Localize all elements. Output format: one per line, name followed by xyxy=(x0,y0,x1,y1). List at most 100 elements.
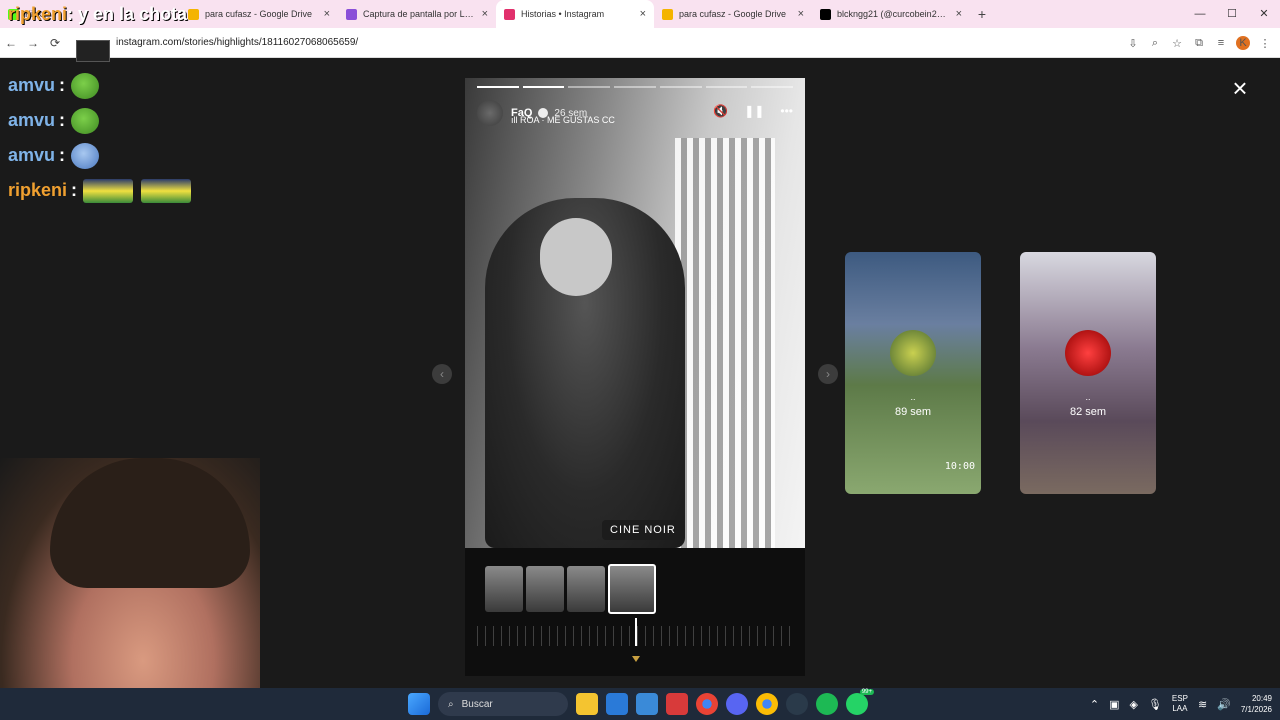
tab-lightshot[interactable]: Captura de pantalla por Lightshot × xyxy=(338,0,496,28)
chat-username: amvu xyxy=(8,75,56,95)
windows-start-icon[interactable] xyxy=(408,693,430,715)
mute-icon[interactable]: 🔇 xyxy=(713,104,728,118)
chat-message: amvu: xyxy=(8,68,199,103)
progress-segment xyxy=(659,86,702,88)
minimize-icon[interactable]: — xyxy=(1184,0,1216,28)
app-icon[interactable] xyxy=(606,693,628,715)
story-thumbnail-selected[interactable] xyxy=(608,564,656,614)
volume-icon[interactable]: 🔊 xyxy=(1217,698,1231,711)
close-icon[interactable]: × xyxy=(324,8,330,20)
taskbar-apps: ⌕ Buscar 99+ xyxy=(408,688,874,720)
instagram-icon xyxy=(504,8,515,20)
close-icon[interactable]: × xyxy=(956,8,962,20)
next-story-preview[interactable]: .. 89 sem 10:00 xyxy=(845,252,981,494)
chat-overlay: amvu: amvu: amvu: ripkeni: xyxy=(8,68,199,208)
browser-tabbar: Kick × para cufasz - Google Drive × Capt… xyxy=(0,0,1280,28)
menu-icon[interactable]: ⋮ xyxy=(1258,37,1272,50)
whatsapp-icon[interactable]: 99+ xyxy=(846,689,874,715)
url-field[interactable]: instagram.com/stories/highlights/1811602… xyxy=(116,37,358,48)
lang-layout: LAA xyxy=(1172,704,1188,713)
address-bar-actions: ⇩ ⌕ ☆ ⧉ ≡ K ⋮ xyxy=(1126,28,1272,58)
taskbar-search-label: Buscar xyxy=(461,698,493,710)
profile-avatar[interactable]: K xyxy=(1236,36,1250,50)
file-explorer-icon[interactable] xyxy=(576,693,598,715)
story-thumbnail[interactable] xyxy=(485,566,523,612)
office-icon[interactable] xyxy=(666,693,688,715)
microphone-icon[interactable]: 🎙 xyxy=(1148,698,1162,711)
tray-app-icon[interactable]: ◈ xyxy=(1129,698,1137,711)
back-icon[interactable]: ← xyxy=(0,36,22,50)
close-story-icon[interactable]: × xyxy=(1226,74,1254,102)
close-window-icon[interactable]: ✕ xyxy=(1248,0,1280,28)
clock-time: 20:49 xyxy=(1251,694,1272,703)
tab-instagram[interactable]: Historias • Instagram × xyxy=(496,0,654,28)
chevron-up-icon[interactable]: ⌃ xyxy=(1090,698,1099,711)
next-story-preview[interactable]: .. 82 sem xyxy=(1020,252,1156,494)
story-song-label[interactable]: ıll ROA · ME GUSTAS CC xyxy=(511,115,615,125)
progress-segment xyxy=(568,86,611,88)
pause-icon[interactable]: ❚❚ xyxy=(744,104,764,118)
tab-label: Captura de pantalla por Lightshot xyxy=(363,9,476,19)
chat-username: ripkeni xyxy=(8,180,68,200)
car-emote-icon xyxy=(141,178,192,203)
timeline-playhead[interactable] xyxy=(635,618,637,646)
bookmark-star-icon[interactable]: ☆ xyxy=(1170,37,1184,50)
chat-separator: : xyxy=(59,110,66,130)
stream-thumbnail xyxy=(76,40,110,62)
preview-avatar xyxy=(890,330,936,376)
store-icon[interactable] xyxy=(636,693,658,715)
chrome-icon[interactable] xyxy=(696,693,718,715)
chat-username: amvu xyxy=(8,110,56,130)
chat-separator: : xyxy=(71,180,78,200)
drive-icon xyxy=(188,8,199,20)
story-thumbnail[interactable] xyxy=(526,566,564,612)
chat-username: amvu xyxy=(8,145,56,165)
lightshot-icon xyxy=(346,8,357,20)
wifi-icon[interactable]: ≋ xyxy=(1198,698,1207,711)
next-story-icon[interactable]: › xyxy=(818,364,838,384)
close-icon[interactable]: × xyxy=(482,8,488,20)
tab-label: para cufasz - Google Drive xyxy=(679,9,787,19)
story-viewer[interactable]: FaQ 26 sem ıll ROA · ME GUSTAS CC 🔇 ❚❚ •… xyxy=(465,78,805,548)
steam-icon[interactable] xyxy=(786,693,808,715)
progress-segment xyxy=(614,86,656,88)
tab-x[interactable]: blckngg21 (@curcobein21) / X × xyxy=(812,0,970,28)
tab-drive-2[interactable]: para cufasz - Google Drive × xyxy=(654,0,812,28)
chat-separator: : xyxy=(59,145,66,165)
close-icon[interactable]: × xyxy=(640,8,646,20)
previous-story-icon[interactable]: ‹ xyxy=(432,364,452,384)
close-icon[interactable]: × xyxy=(798,8,804,20)
reading-list-icon[interactable]: ≡ xyxy=(1214,37,1228,49)
story-thumbnail[interactable] xyxy=(567,566,605,612)
new-tab-button[interactable]: + xyxy=(970,6,994,22)
story-avatar[interactable] xyxy=(477,100,503,126)
progress-segment xyxy=(477,86,519,88)
chat-message: amvu: xyxy=(8,103,199,138)
clock[interactable]: 20:49 7/1/2026 xyxy=(1241,693,1272,715)
webcam-overlay xyxy=(0,458,260,720)
story-song-text: ROA · ME GUSTAS CC xyxy=(520,115,615,125)
lang-code: ESP xyxy=(1171,694,1188,703)
maximize-icon[interactable]: ☐ xyxy=(1216,0,1248,28)
zoom-icon[interactable]: ⌕ xyxy=(1148,37,1162,50)
chat-title-text: : y en la chota xyxy=(67,4,188,24)
reload-icon[interactable]: ⟳ xyxy=(44,36,66,50)
forward-icon[interactable]: → xyxy=(22,36,44,50)
chrome-active-icon[interactable] xyxy=(756,693,778,715)
language-indicator[interactable]: ESP LAA xyxy=(1172,694,1188,714)
chat-overlay-title: ripkeni: y en la chota xyxy=(8,4,187,25)
tray-app-icon[interactable]: ▣ xyxy=(1109,698,1119,711)
tab-drive-1[interactable]: para cufasz - Google Drive × xyxy=(180,0,338,28)
taskbar-search[interactable]: ⌕ Buscar xyxy=(438,692,568,716)
more-options-icon[interactable]: ••• xyxy=(780,104,793,118)
extensions-icon[interactable]: ⧉ xyxy=(1192,37,1206,50)
car-emote-icon xyxy=(83,178,134,203)
progress-segment xyxy=(751,86,794,88)
notification-badge: 99+ xyxy=(859,689,874,695)
spotify-icon[interactable] xyxy=(816,693,838,715)
discord-icon[interactable] xyxy=(726,693,748,715)
tab-label: Historias • Instagram xyxy=(521,9,605,19)
window-controls: — ☐ ✕ xyxy=(1184,0,1280,28)
story-controls: 🔇 ❚❚ ••• xyxy=(713,104,793,118)
install-icon[interactable]: ⇩ xyxy=(1126,37,1140,50)
